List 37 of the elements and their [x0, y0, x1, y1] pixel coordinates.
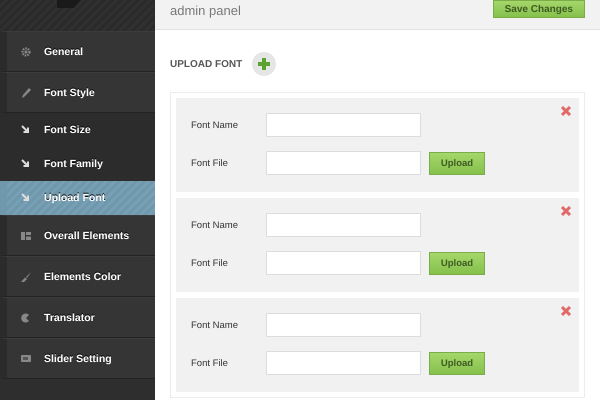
sidebar-item[interactable]: Overall Elements [0, 215, 155, 256]
add-button[interactable] [252, 52, 276, 76]
arrow-icon [20, 124, 32, 136]
input-field[interactable] [266, 251, 421, 275]
input-field[interactable] [266, 313, 421, 337]
monitor-icon [20, 352, 32, 364]
layout-icon [20, 230, 32, 242]
close-icon[interactable] [561, 106, 571, 116]
input-field[interactable] [266, 113, 421, 137]
close-icon[interactable] [561, 306, 571, 316]
field-label: Font File [191, 158, 229, 168]
close-icon[interactable] [561, 206, 571, 216]
input-field[interactable] [266, 213, 421, 237]
save-button[interactable]: Save Changes [492, 0, 585, 18]
pencil-icon [20, 86, 32, 98]
gear-icon [20, 46, 32, 58]
arrow-icon [20, 192, 32, 204]
input-field[interactable] [266, 151, 421, 175]
upload-button[interactable]: Upload [429, 152, 485, 174]
sidebar-item[interactable]: Slider Setting [0, 338, 155, 379]
sidebar-item[interactable]: General [0, 31, 155, 72]
sidebar-item[interactable]: Font Style [0, 72, 155, 113]
field-label: Font Name [191, 320, 239, 330]
plus-icon [258, 58, 270, 70]
field-label: Font File [191, 258, 229, 268]
sidebar-item[interactable]: Translator [0, 297, 155, 338]
field-label: Font Name [191, 220, 239, 230]
page-title: admin panel [170, 3, 241, 18]
input-field[interactable] [266, 351, 421, 375]
field-label: Font Name [191, 120, 239, 130]
brush-icon [20, 270, 32, 282]
section-title: UPLOAD FONT [170, 58, 242, 70]
upload-button[interactable]: Upload [429, 252, 485, 274]
sidebar-item[interactable]: Elements Color [0, 256, 155, 297]
arrow-icon [20, 158, 32, 170]
field-label: Font File [191, 358, 229, 368]
upload-button[interactable]: Upload [429, 352, 485, 374]
